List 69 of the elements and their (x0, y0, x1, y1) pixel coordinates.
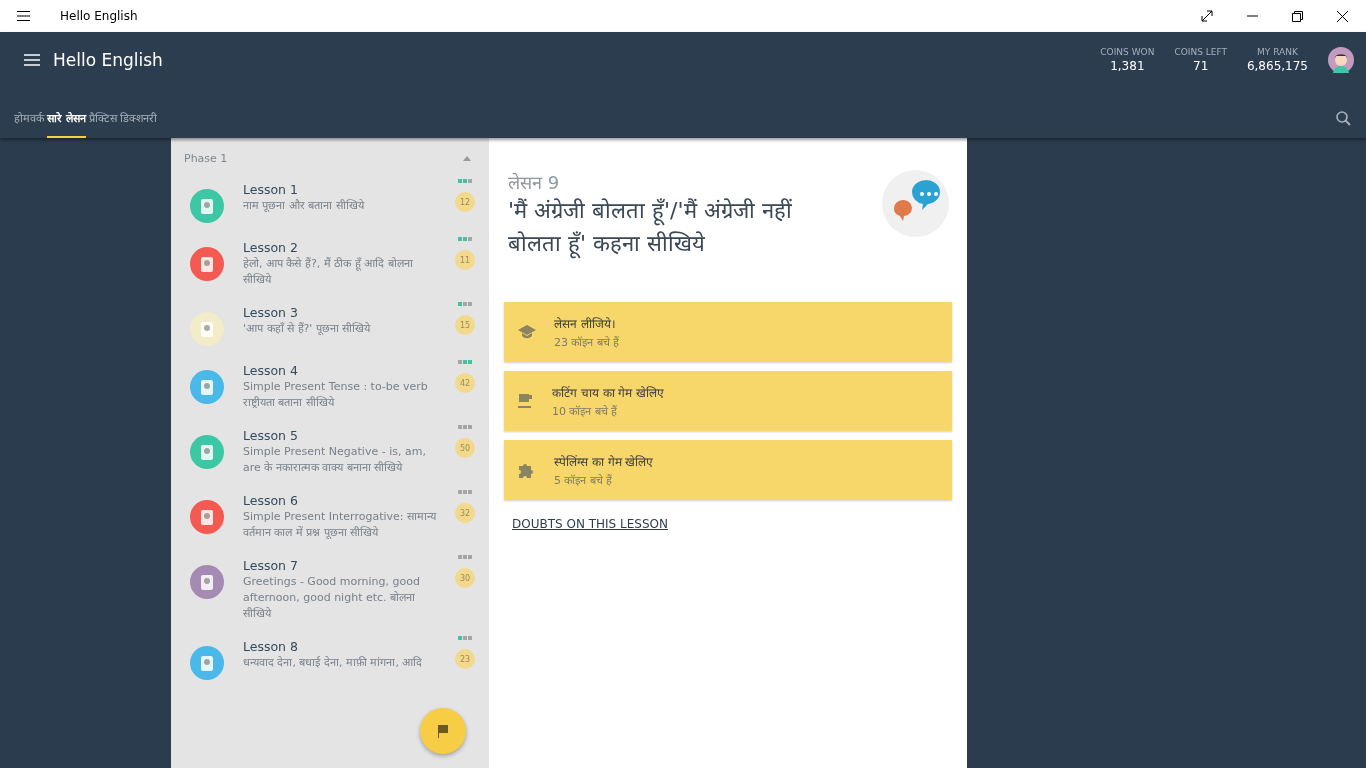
activity-card[interactable]: लेसन लीजिये। 23 कॉइन बचे हैं (504, 302, 952, 362)
graduation-cap-icon (518, 325, 536, 339)
puzzle-icon (518, 461, 536, 479)
lesson-description: नाम पूछना और बताना सीखिये (243, 198, 366, 214)
app-title: Hello English (53, 50, 163, 70)
coins-left: 10 कॉइन बचे हैं (552, 404, 619, 418)
expand-icon[interactable] (1201, 10, 1213, 22)
restore-icon[interactable] (1292, 10, 1303, 22)
coins-left: 23 कॉइन बचे हैं (554, 335, 620, 349)
activity-card[interactable]: कटिंग चाय का गेम खेलिए 10 कॉइन बचे हैं (504, 371, 952, 431)
lesson-title: Lesson 7 (243, 558, 299, 573)
search-icon[interactable] (1336, 110, 1351, 126)
close-icon[interactable] (1337, 10, 1348, 22)
doubts-link[interactable]: DOUBTS ON THIS LESSON (512, 517, 668, 531)
coin-count: 50 (455, 438, 475, 458)
lesson-item[interactable]: Lesson 8 धन्यवाद देना, बधाई देना, माफ़ी मांगना, आदि 23 (171, 639, 489, 680)
lesson-description: Simple Present Negative - is, am, are के नकारात्मक वाक्य बनाना सीखिये (243, 444, 427, 476)
coins-left: 5 कॉइन बचे हैं (554, 473, 614, 487)
lesson-title: Lesson 1 (243, 182, 299, 197)
coin-count: 32 (455, 503, 475, 523)
coin-count: 12 (455, 192, 475, 212)
tab[interactable]: सारे लेसन (47, 98, 86, 138)
stat-value: 1,381 (1110, 59, 1145, 73)
lesson-item[interactable]: Lesson 3 'आप कहाँ से हैं?' पूछना सीखिये 15 (171, 305, 489, 346)
lesson-title: Lesson 2 (243, 240, 299, 255)
coin-count: 11 (455, 250, 475, 270)
lesson-number: लेसन 9 (508, 171, 561, 194)
lesson-title: Lesson 4 (243, 363, 299, 378)
lesson-title: Lesson 3 (243, 305, 299, 320)
coin-count: 42 (455, 373, 475, 393)
activity-card[interactable]: स्पेलिंग्स का गेम खेलिए 5 कॉइन बचे हैं (504, 440, 952, 500)
lesson-item[interactable]: Lesson 1 नाम पूछना और बताना सीखिये 12 (171, 182, 489, 223)
lesson-title: Lesson 6 (243, 493, 299, 508)
flag-button[interactable] (420, 708, 466, 754)
speech-bubbles-icon (882, 170, 949, 237)
lesson-description: 'आप कहाँ से हैं?' पूछना सीखिये (243, 321, 372, 337)
lesson-item[interactable]: Lesson 6 Simple Present Interrogative: सामान्य वर्तमान काल में प्रश्न पूछना सीखिये 32 (171, 493, 489, 541)
lesson-description: हेलो, आप कैसे हैं?, मैं ठीक हूँ आदि बोलना सीखिये (243, 256, 414, 288)
lesson-item[interactable]: Lesson 4 Simple Present Tense : to-be verb राष्ट्रीयता बताना सीखिये 42 (171, 363, 489, 411)
stat-label: COINS LEFT (1174, 47, 1227, 57)
tab[interactable]: प्रैक्टिस (88, 98, 117, 138)
stat-value: 71 (1193, 59, 1209, 73)
activity-title: कटिंग चाय का गेम खेलिए (552, 385, 665, 401)
lesson-description: Simple Present Tense : to-be verb राष्ट्रीयता बताना सीखिये (243, 379, 429, 411)
lesson-item[interactable]: Lesson 5 Simple Present Negative - is, am, are के नकारात्मक वाक्य बनाना सीखिये 50 (171, 428, 489, 476)
phase-title: Phase 1 (184, 152, 228, 165)
avatar-icon[interactable] (1328, 47, 1354, 73)
lesson-description: Greetings - Good morning, good afternoon, good night etc. बोलना सीखिये (243, 574, 421, 622)
activity-title: लेसन लीजिये। (554, 316, 617, 332)
coin-count: 15 (455, 315, 475, 335)
window-title: Hello English (60, 9, 138, 23)
flag-icon (437, 724, 449, 738)
lesson-heading: 'मैं अंग्रेजी बोलता हूँ'/'मैं अंग्रेजी नहीं बोलता हूँ' कहना सीखिये (508, 194, 848, 260)
cup-icon (518, 393, 534, 409)
tab[interactable]: डिक्शनरी (119, 98, 157, 138)
menu-icon[interactable] (17, 11, 30, 21)
stat-label: COINS WON (1100, 47, 1155, 57)
tab[interactable]: होमवर्क (14, 98, 44, 138)
stat-value: 6,865,175 (1246, 59, 1308, 73)
lesson-description: धन्यवाद देना, बधाई देना, माफ़ी मांगना, आदि (243, 655, 424, 671)
lesson-title: Lesson 5 (243, 428, 299, 443)
stat-label: MY RANK (1257, 47, 1298, 57)
lesson-description: Simple Present Interrogative: सामान्य वर्तमान काल में प्रश्न पूछना सीखिये (243, 509, 438, 541)
coin-count: 23 (455, 649, 475, 669)
lesson-item[interactable]: Lesson 7 Greetings - Good morning, good afternoon, good night etc. बोलना सीखिये 30 (171, 558, 489, 622)
lesson-item[interactable]: Lesson 2 हेलो, आप कैसे हैं?, मैं ठीक हूँ आदि बोलना सीखिये 11 (171, 240, 489, 288)
lesson-title: Lesson 8 (243, 639, 299, 654)
coin-count: 30 (455, 568, 475, 588)
activity-title: स्पेलिंग्स का गेम खेलिए (554, 454, 654, 470)
